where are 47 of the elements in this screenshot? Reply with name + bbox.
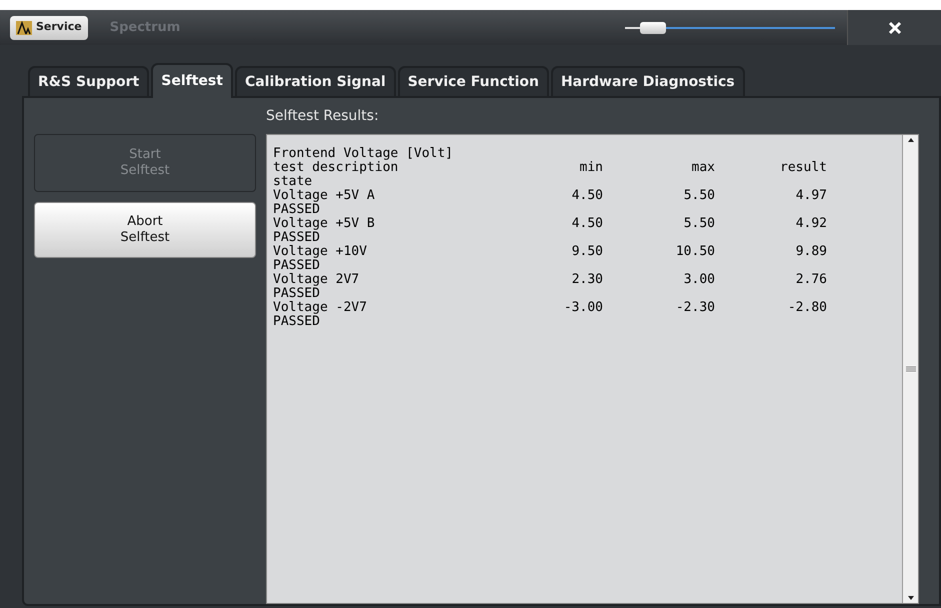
table-cell-text: 9.89 (794, 245, 827, 259)
abort-selftest-button[interactable]: Abort Selftest (34, 202, 256, 258)
dialog-tab[interactable]: Calibration Signal (234, 66, 396, 96)
column-header: min (578, 161, 603, 175)
table-cell-text: 4.50 (570, 217, 603, 231)
scroll-down-icon[interactable] (906, 595, 914, 601)
table-cell-text: 4.92 (794, 217, 827, 231)
slider[interactable] (625, 22, 835, 34)
table-cell-text: Voltage +10V (273, 245, 368, 259)
status-text: PASSED (273, 231, 321, 245)
dialog-tab[interactable]: Service Function (398, 66, 549, 96)
status-text: PASSED (273, 315, 321, 329)
table-cell-text: 2.30 (570, 273, 603, 287)
table-cell-text: 5.50 (682, 189, 715, 203)
table-cell-text: 2.76 (794, 273, 827, 287)
close-icon (888, 20, 902, 34)
column-header: max (690, 161, 715, 175)
column-header: state (273, 175, 314, 189)
table-cell-text: 3.00 (682, 273, 715, 287)
status-text: PASSED (273, 203, 321, 217)
scroll-up-icon[interactable] (906, 137, 914, 143)
status-text: PASSED (273, 287, 321, 301)
table-cell-text: 5.50 (682, 217, 715, 231)
window-tab[interactable]: Service (10, 16, 88, 40)
table-cell-text: 9.50 (570, 245, 603, 259)
table-cell-text: -2.30 (674, 301, 715, 315)
table-cell-text: Voltage +5V B (273, 217, 376, 231)
dialog-tab[interactable]: Selftest (151, 63, 233, 98)
spectrum-icon (16, 20, 32, 34)
results-label: Selftest Results: (266, 106, 380, 126)
close-button[interactable] (847, 10, 941, 45)
column-header: test description (273, 161, 400, 175)
table-cell-text: 4.50 (570, 189, 603, 203)
table-cell-text: 10.50 (674, 245, 715, 259)
scrollbar[interactable] (902, 135, 918, 603)
table-cell-text: Voltage 2V7 (273, 273, 360, 287)
column-header: result (779, 161, 827, 175)
table-cell-text: -2.80 (786, 301, 827, 315)
dialog-tab[interactable]: Hardware Diagnostics (550, 66, 745, 96)
table-cell-text: Voltage +5V A (273, 189, 376, 203)
report-title: Frontend Voltage [Volt] (273, 147, 454, 161)
dialog-tab[interactable]: R&S Support (28, 66, 150, 96)
table-cell-text: -3.00 (562, 301, 603, 315)
scroll-grip-icon[interactable] (906, 366, 916, 372)
status-text: PASSED (273, 259, 321, 273)
table-cell-text: 4.97 (794, 189, 827, 203)
table-cell-text: Voltage -2V7 (273, 301, 368, 315)
